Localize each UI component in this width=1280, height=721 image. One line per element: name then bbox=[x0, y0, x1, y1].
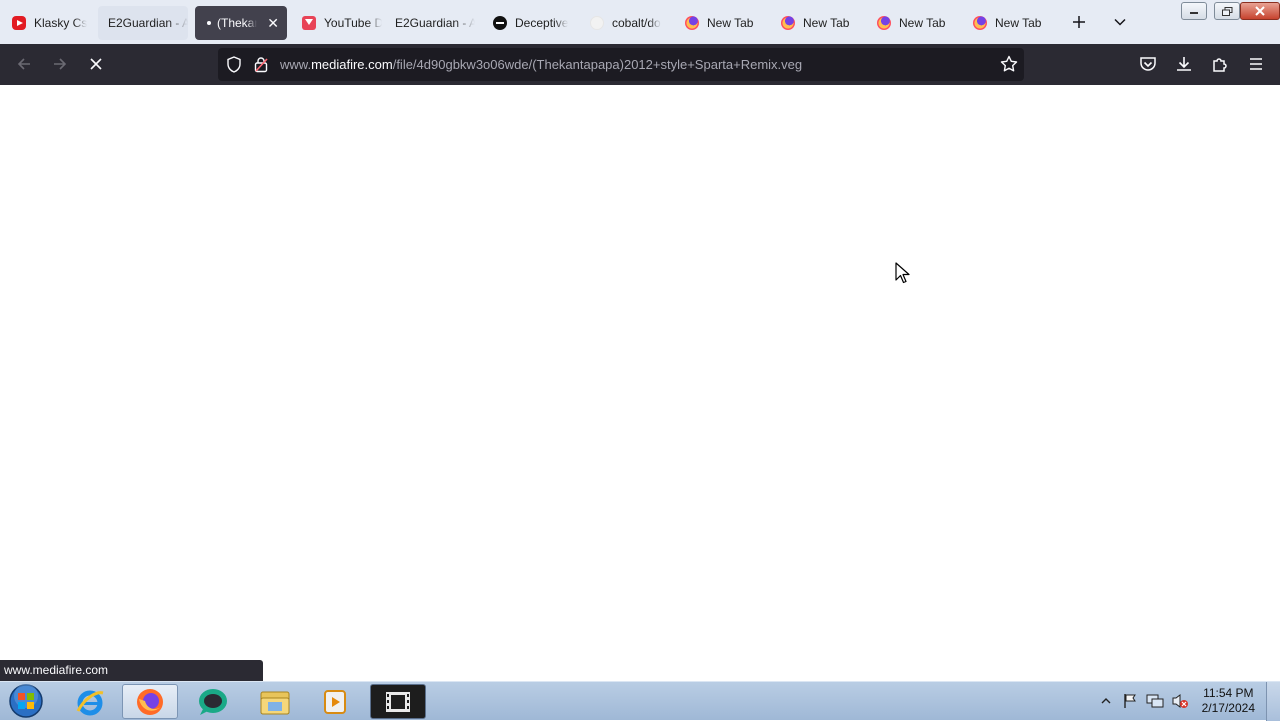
pocket-icon bbox=[1140, 57, 1156, 71]
taskbar: 11:54 PM 2/17/2024 bbox=[0, 681, 1280, 721]
taskbar-media-player[interactable] bbox=[307, 684, 363, 719]
bookmark-star-icon[interactable] bbox=[1000, 55, 1018, 78]
puzzle-icon bbox=[1213, 58, 1227, 72]
list-all-tabs-button[interactable] bbox=[1106, 8, 1134, 36]
tab-label: Klasky Cs bbox=[34, 16, 88, 30]
media-player-icon bbox=[324, 689, 346, 714]
download-icon bbox=[302, 16, 316, 30]
minimize-button[interactable] bbox=[1181, 2, 1207, 20]
mouse-cursor-icon bbox=[895, 262, 910, 284]
deceptive-icon bbox=[493, 16, 507, 30]
taskbar-chat-app[interactable] bbox=[185, 684, 241, 719]
restore-icon bbox=[1221, 6, 1232, 16]
downloads-button[interactable] bbox=[1170, 50, 1198, 78]
tab-label: New Tab bbox=[995, 16, 1042, 30]
plus-icon bbox=[1073, 16, 1085, 28]
loading-dot-icon bbox=[207, 21, 211, 25]
lock-icon[interactable] bbox=[254, 56, 268, 78]
download-arrow-icon bbox=[1177, 57, 1191, 71]
pocket-button[interactable] bbox=[1134, 50, 1162, 78]
windows-start-orb-icon bbox=[9, 684, 43, 718]
tab-0[interactable]: Klasky Cs bbox=[2, 6, 92, 40]
system-clock[interactable]: 11:54 PM 2/17/2024 bbox=[1202, 686, 1255, 716]
restore-button[interactable] bbox=[1214, 2, 1240, 20]
youtube-icon bbox=[12, 16, 26, 30]
taskbar-firefox[interactable] bbox=[122, 684, 178, 719]
clock-time: 11:54 PM bbox=[1203, 686, 1254, 700]
firefox-icon bbox=[877, 16, 891, 30]
hamburger-menu-icon bbox=[1250, 58, 1262, 70]
tab-strip: Klasky Cs E2Guardian - Ac (Thekantapapa)… bbox=[0, 0, 1280, 44]
tab-4[interactable]: E2Guardian - Ac bbox=[385, 6, 475, 40]
stop-icon bbox=[90, 58, 102, 70]
page-content bbox=[0, 85, 1280, 681]
internet-explorer-icon bbox=[76, 690, 104, 715]
tab-label: cobalt/do bbox=[612, 16, 661, 30]
taskbar-video-editor[interactable] bbox=[370, 684, 426, 719]
tab-label: Deceptive bbox=[515, 16, 569, 30]
taskbar-internet-explorer[interactable] bbox=[62, 684, 118, 719]
minimize-icon bbox=[1190, 12, 1198, 14]
arrow-right-icon bbox=[54, 58, 67, 70]
firefox-icon bbox=[973, 16, 987, 30]
close-tab-icon[interactable]: ✕ bbox=[267, 15, 279, 32]
tab-label: New Tab bbox=[707, 16, 754, 30]
volume-muted-icon[interactable] bbox=[1171, 693, 1189, 712]
app-menu-button[interactable] bbox=[1242, 50, 1270, 78]
status-link-preview: www.mediafire.com bbox=[0, 660, 263, 681]
chevron-down-icon bbox=[1114, 18, 1126, 26]
forward-button[interactable] bbox=[46, 50, 74, 78]
url-domain: mediafire.com bbox=[311, 57, 393, 72]
tab-9[interactable]: New Tab bbox=[867, 6, 957, 40]
shield-icon[interactable] bbox=[226, 56, 242, 78]
tab-1[interactable]: E2Guardian - Ac bbox=[98, 6, 188, 40]
blank-icon bbox=[590, 16, 604, 30]
tab-label: New Tab bbox=[899, 16, 946, 30]
folder-icon bbox=[260, 691, 290, 714]
tab-label: New Tab bbox=[803, 16, 850, 30]
close-icon bbox=[1255, 6, 1265, 16]
url-bar[interactable]: www.mediafire.com/file/4d90gbkw3o06wde/(… bbox=[218, 48, 1024, 81]
firefox-icon bbox=[781, 16, 795, 30]
firefox-icon bbox=[685, 16, 699, 30]
extensions-button[interactable] bbox=[1206, 50, 1234, 78]
tab-2-active[interactable]: (Thekantapapa) ✕ bbox=[195, 6, 287, 40]
film-strip-icon bbox=[386, 691, 410, 712]
tab-label: E2Guardian - Ac bbox=[108, 16, 188, 30]
tab-10[interactable]: New Tab bbox=[963, 6, 1053, 40]
tab-6[interactable]: cobalt/do bbox=[580, 6, 670, 40]
chat-bubble-icon bbox=[199, 688, 227, 715]
url-prefix: www. bbox=[280, 57, 312, 72]
show-hidden-icons-button[interactable] bbox=[1101, 694, 1111, 708]
tab-label: E2Guardian - Ac bbox=[395, 16, 475, 30]
stop-loading-button[interactable] bbox=[82, 50, 110, 78]
start-button[interactable] bbox=[6, 683, 46, 719]
chevron-up-icon bbox=[1101, 698, 1111, 704]
network-icon[interactable] bbox=[1146, 693, 1164, 712]
tab-5[interactable]: Deceptive bbox=[483, 6, 573, 40]
action-center-flag-icon[interactable] bbox=[1122, 693, 1138, 712]
taskbar-file-explorer[interactable] bbox=[247, 684, 303, 719]
url-text[interactable]: www.mediafire.com/file/4d90gbkw3o06wde/(… bbox=[280, 57, 802, 72]
show-desktop-button[interactable] bbox=[1266, 682, 1280, 721]
firefox-icon bbox=[137, 688, 163, 715]
tab-3[interactable]: YouTube Do bbox=[292, 6, 382, 40]
tab-8[interactable]: New Tab bbox=[771, 6, 861, 40]
arrow-left-icon bbox=[17, 58, 30, 70]
clock-date: 2/17/2024 bbox=[1201, 701, 1255, 715]
back-button[interactable] bbox=[10, 50, 38, 78]
close-window-button[interactable] bbox=[1240, 2, 1280, 20]
tab-label: YouTube Do bbox=[324, 16, 382, 30]
tab-7[interactable]: New Tab bbox=[675, 6, 765, 40]
tab-label: (Thekantapapa) bbox=[217, 16, 257, 30]
url-path: /file/4d90gbkw3o06wde/(Thekantapapa)2012… bbox=[392, 57, 803, 72]
new-tab-button[interactable] bbox=[1065, 8, 1093, 36]
